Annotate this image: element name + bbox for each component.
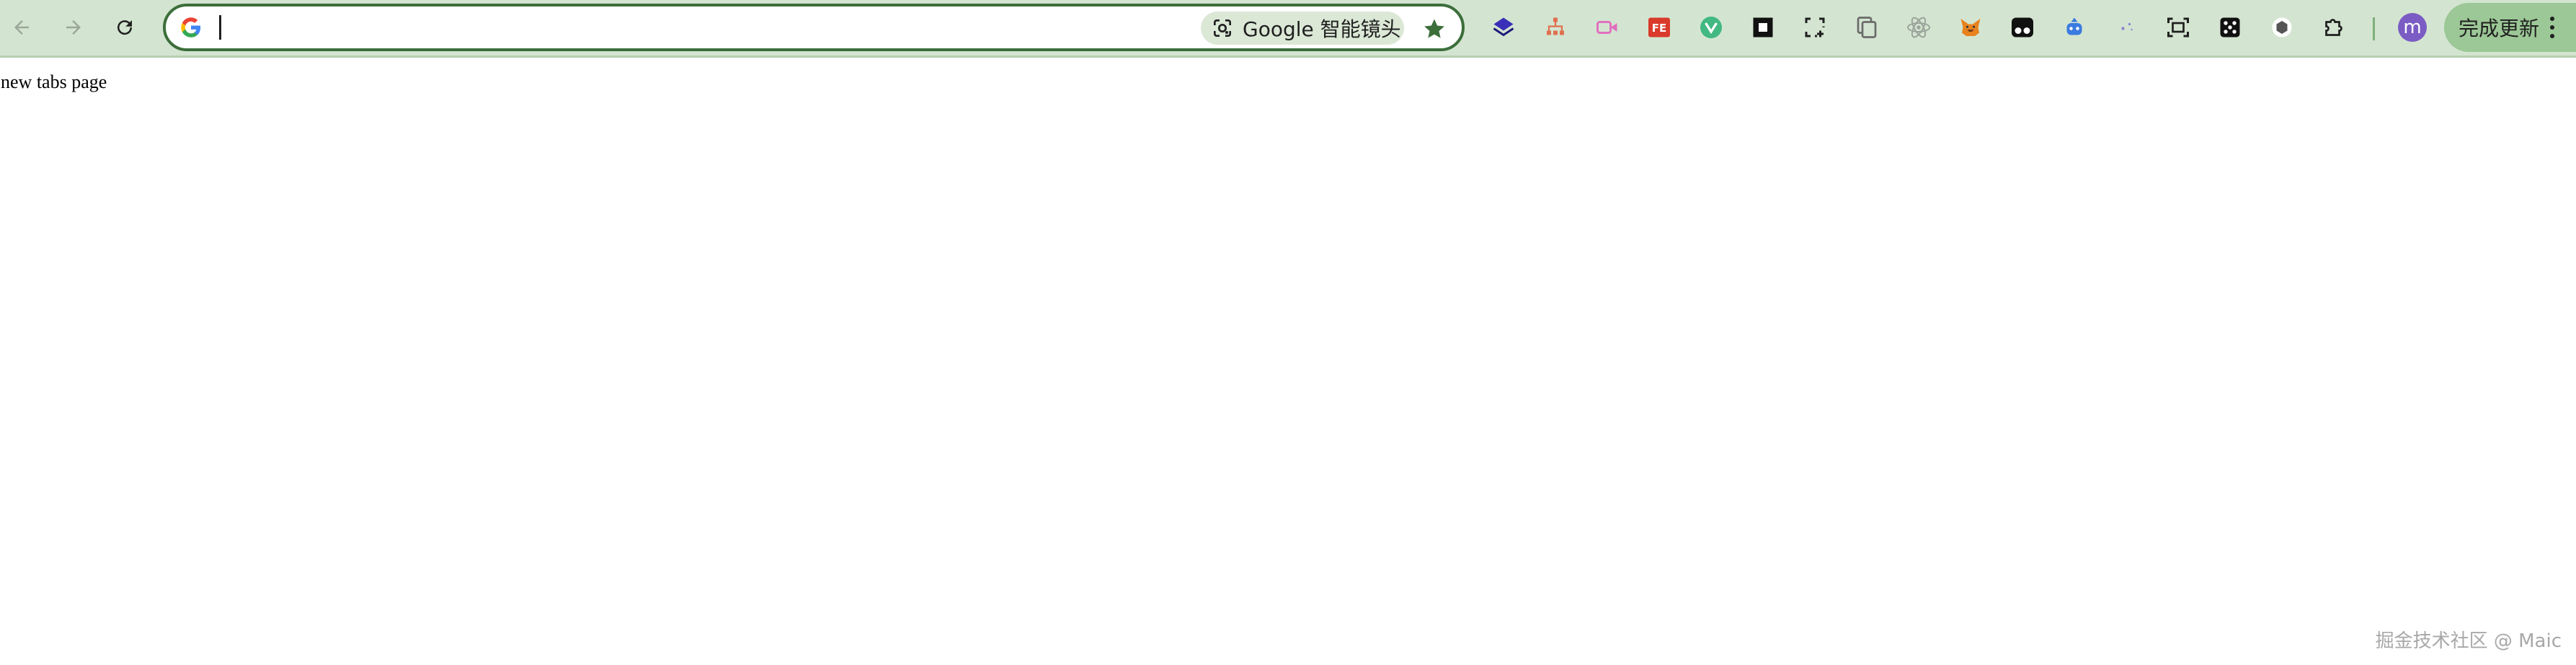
fe-extension-icon[interactable]: FE bbox=[1645, 13, 1674, 42]
watermark: 掘金技术社区 @ Maic bbox=[2375, 630, 2562, 652]
lens-icon bbox=[1214, 19, 1231, 37]
screen-capture-icon[interactable] bbox=[2164, 13, 2193, 42]
video-extension-icon[interactable] bbox=[1593, 13, 1622, 42]
layers-extension-icon[interactable] bbox=[1489, 13, 1518, 42]
hexagon-extension-icon[interactable] bbox=[2268, 13, 2296, 42]
update-label: 完成更新 bbox=[2459, 17, 2540, 40]
profile-avatar[interactable]: m bbox=[2398, 13, 2427, 42]
toolbar-divider bbox=[2373, 17, 2375, 40]
arrow-right-icon bbox=[66, 20, 81, 35]
lens-label: Google 智能镜头 bbox=[1243, 17, 1401, 41]
robot-extension-icon[interactable] bbox=[2060, 13, 2089, 42]
address-bar[interactable]: Google 智能镜头 bbox=[163, 4, 1465, 51]
google-lens-button[interactable]: Google 智能镜头 bbox=[1201, 12, 1404, 45]
copy-pages-icon[interactable] bbox=[1852, 13, 1881, 42]
bookmark-star-button[interactable] bbox=[1420, 14, 1449, 43]
screenshot-crop-icon[interactable] bbox=[1800, 13, 1829, 42]
update-button[interactable]: 完成更新 bbox=[2444, 3, 2576, 52]
dice-extension-icon[interactable] bbox=[2216, 13, 2244, 42]
tampermonkey-icon[interactable] bbox=[2008, 13, 2037, 42]
puzzle-extensions-icon[interactable] bbox=[2319, 13, 2348, 42]
vue-devtools-icon[interactable] bbox=[1697, 13, 1726, 42]
reload-icon bbox=[117, 20, 133, 35]
sparkle-extension-icon[interactable] bbox=[2112, 13, 2141, 42]
sitemap-extension-icon[interactable] bbox=[1541, 13, 1570, 42]
forward-button[interactable] bbox=[58, 12, 89, 43]
omnibox-input[interactable] bbox=[223, 14, 1307, 43]
square-frame-extension-icon[interactable] bbox=[1749, 13, 1777, 42]
arrow-left-icon bbox=[14, 20, 29, 35]
react-devtools-icon[interactable] bbox=[1904, 13, 1933, 42]
avatar-letter: m bbox=[2403, 17, 2422, 38]
back-button[interactable] bbox=[6, 12, 37, 43]
svg-text:FE: FE bbox=[1652, 22, 1667, 35]
reload-button[interactable] bbox=[109, 12, 141, 43]
google-g-icon bbox=[181, 17, 201, 38]
browser-toolbar: Google 智能镜头 FE m 完成更新 bbox=[0, 0, 2576, 58]
kebab-menu-icon bbox=[2549, 17, 2555, 38]
page-body-text: new tabs page bbox=[1, 71, 107, 92]
metamask-fox-icon[interactable] bbox=[1956, 13, 1985, 42]
star-icon bbox=[1424, 19, 1444, 38]
text-caret bbox=[219, 15, 221, 40]
